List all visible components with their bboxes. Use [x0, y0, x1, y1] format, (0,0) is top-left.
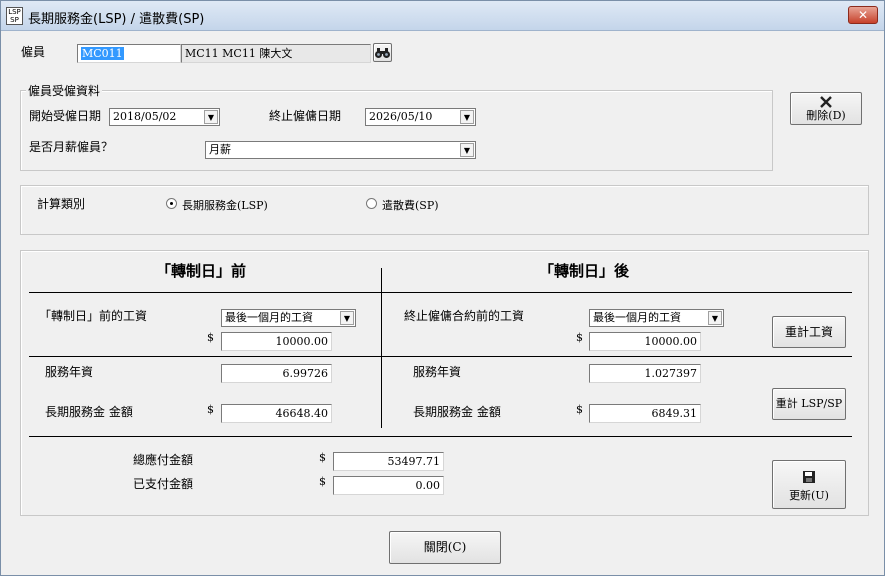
radio-lsp[interactable]: [166, 198, 177, 209]
monthly-employee-combo[interactable]: 月薪 ▼: [205, 141, 476, 159]
end-date-label: 終止僱傭日期: [269, 109, 342, 123]
wage-divider: [29, 356, 852, 357]
binoculars-icon: [375, 48, 390, 58]
after-amount-currency: $: [576, 403, 583, 416]
start-date-label: 開始受僱日期: [29, 109, 102, 123]
before-wage-input[interactable]: 10000.00: [221, 332, 332, 351]
calc-type-label: 計算類別: [37, 197, 86, 211]
employee-id-value: MC011: [81, 47, 124, 60]
app-icon-text-top: LSP: [8, 8, 21, 16]
after-section-title: 「轉制日」後: [539, 262, 630, 280]
chevron-down-icon[interactable]: ▼: [340, 311, 354, 325]
window-close-icon[interactable]: ✕: [848, 6, 878, 24]
after-wage-currency: $: [576, 331, 583, 344]
radio-sp[interactable]: [366, 198, 377, 209]
end-date-combo[interactable]: 2026/05/10 ▼: [365, 108, 476, 126]
radio-sp-label[interactable]: 遣散費(SP): [382, 197, 439, 213]
after-years-label: 服務年資: [413, 365, 462, 379]
app-icon-text-bottom: SP: [10, 16, 19, 24]
totals-divider: [29, 436, 852, 437]
chevron-down-icon[interactable]: ▼: [708, 311, 722, 325]
floppy-disk-icon: [803, 471, 815, 483]
header-divider: [29, 292, 852, 293]
update-button[interactable]: 更新(U): [772, 460, 846, 509]
chevron-down-icon[interactable]: ▼: [204, 110, 218, 124]
employee-name-field: MC11 MC11 陳大文: [181, 44, 371, 63]
before-amount-currency: $: [207, 403, 214, 416]
chevron-down-icon[interactable]: ▼: [460, 110, 474, 124]
before-section-title: 「轉制日」前: [156, 262, 247, 280]
calc-type-group: [20, 185, 869, 235]
before-wage-label: 「轉制日」前的工資: [39, 309, 148, 323]
window-title: 長期服務金(LSP) / 遣散費(SP): [28, 12, 205, 27]
monthly-employee-label: 是否月薪僱員？: [29, 140, 114, 154]
after-amount-label: 長期服務金 金額: [413, 405, 501, 419]
before-wage-combo[interactable]: 最後一個月的工資 ▼: [221, 309, 356, 327]
recalc-lsp-button[interactable]: 重計 LSP/SP: [772, 388, 846, 420]
paid-amount-label: 已支付金額: [133, 477, 194, 491]
before-wage-option: 最後一個月的工資: [225, 311, 313, 324]
delete-button-label: 刪除(D): [806, 109, 846, 122]
delete-button[interactable]: 刪除(D): [790, 92, 862, 125]
employee-label: 僱員: [21, 45, 46, 59]
after-wage-option: 最後一個月的工資: [593, 311, 681, 324]
start-date-value: 2018/05/02: [113, 110, 177, 123]
lsp-sp-window: LSP SP 長期服務金(LSP) / 遣散費(SP) ✕ 僱員 MC011 M…: [0, 0, 885, 576]
employment-group-title: 僱員受僱資料: [26, 82, 103, 99]
recalc-wage-button[interactable]: 重計工資: [772, 316, 846, 348]
monthly-employee-value: 月薪: [209, 143, 231, 156]
after-amount-field[interactable]: 6849.31: [589, 404, 701, 423]
paid-amount-currency: $: [319, 475, 326, 488]
update-button-label: 更新(U): [789, 489, 829, 502]
after-wage-label: 終止僱傭合約前的工資: [404, 309, 525, 323]
start-date-combo[interactable]: 2018/05/02 ▼: [109, 108, 220, 126]
before-amount-field[interactable]: 46648.40: [221, 404, 332, 423]
after-wage-input[interactable]: 10000.00: [589, 332, 701, 351]
title-bar[interactable]: LSP SP 長期服務金(LSP) / 遣散費(SP) ✕: [1, 1, 884, 31]
paid-amount-field[interactable]: 0.00: [333, 476, 444, 495]
total-amount-currency: $: [319, 451, 326, 464]
before-amount-label: 長期服務金 金額: [45, 405, 133, 419]
total-amount-label: 總應付金額: [133, 453, 194, 467]
radio-lsp-label[interactable]: 長期服務金(LSP): [182, 197, 268, 213]
before-years-label: 服務年資: [45, 365, 94, 379]
total-amount-field[interactable]: 53497.71: [333, 452, 444, 471]
employee-id-input[interactable]: MC011: [77, 44, 181, 63]
app-icon: LSP SP: [6, 7, 23, 25]
end-date-value: 2026/05/10: [369, 110, 433, 123]
after-years-field[interactable]: 1.027397: [589, 364, 701, 383]
close-button[interactable]: 關閉(C): [389, 531, 501, 564]
after-wage-combo[interactable]: 最後一個月的工資 ▼: [589, 309, 724, 327]
before-years-field[interactable]: 6.99726: [221, 364, 332, 383]
before-wage-currency: $: [207, 331, 214, 344]
chevron-down-icon[interactable]: ▼: [460, 143, 474, 157]
employee-search-button[interactable]: [373, 43, 392, 62]
